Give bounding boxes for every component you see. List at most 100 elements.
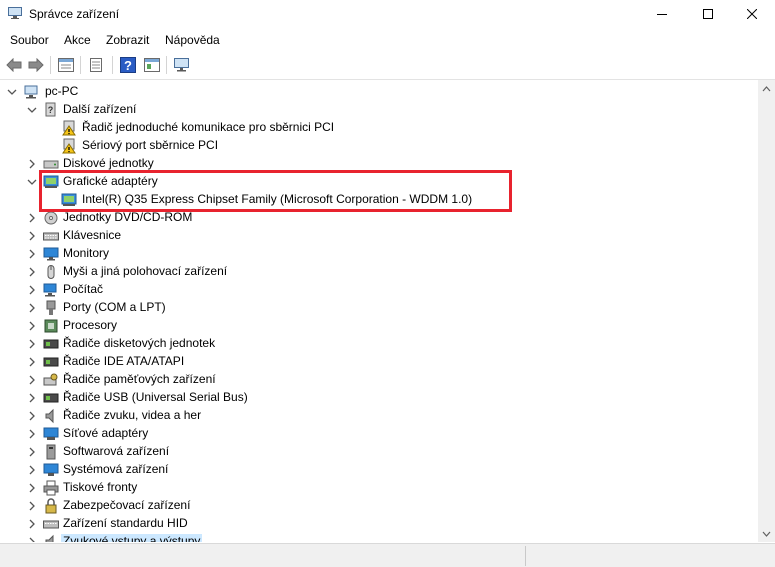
toolbar-separator — [112, 56, 113, 74]
menu-action[interactable]: Akce — [64, 33, 91, 47]
tree-category-computer[interactable]: Počítač — [0, 281, 760, 299]
computer-icon — [43, 283, 57, 297]
hid-icon — [43, 520, 59, 529]
chevron-right-icon[interactable] — [26, 536, 38, 542]
tree-label: Porty (COM a LPT) — [63, 300, 166, 314]
toolbar-separator — [166, 56, 167, 74]
tree-device-pci-controller[interactable]: Řadič jednoduché komunikace pro sběrnici… — [0, 119, 760, 137]
tree-label: Zařízení standardu HID — [63, 516, 188, 530]
tree-category-ide-controllers[interactable]: Řadiče IDE ATA/ATAPI — [0, 353, 760, 371]
properties-icon — [58, 58, 74, 72]
tree-label: Řadiče USB (Universal Serial Bus) — [63, 390, 248, 404]
speaker-icon — [45, 408, 54, 424]
scan-hardware-button[interactable] — [172, 55, 192, 75]
forward-icon — [28, 58, 44, 72]
driver-details-icon — [90, 58, 102, 72]
tree-category-system-devices[interactable]: Systémová zařízení — [0, 461, 760, 479]
tree-root[interactable]: pc-PC — [0, 83, 760, 101]
tree-category-usb[interactable]: Řadiče USB (Universal Serial Bus) — [0, 389, 760, 407]
menu-help[interactable]: Nápověda — [165, 33, 220, 47]
action-view-button[interactable] — [142, 55, 162, 75]
tree-category-sound[interactable]: Řadiče zvuku, videa a her — [0, 407, 760, 425]
vertical-scrollbar[interactable] — [758, 80, 775, 542]
tree-category-floppy-controllers[interactable]: Řadiče disketových jednotek — [0, 335, 760, 353]
tree-label: Monitory — [63, 246, 110, 260]
chevron-right-icon[interactable] — [26, 482, 38, 494]
audio-io-icon — [45, 534, 54, 542]
chevron-right-icon[interactable] — [26, 338, 38, 350]
chevron-down-icon[interactable] — [26, 104, 38, 116]
menu-file[interactable]: Soubor — [10, 33, 49, 47]
chevron-right-icon[interactable] — [26, 248, 38, 260]
chevron-right-icon[interactable] — [26, 212, 38, 224]
chevron-right-icon[interactable] — [26, 320, 38, 332]
scroll-up-button[interactable] — [758, 80, 775, 97]
tree-category-hid[interactable]: Zařízení standardu HID — [0, 515, 760, 533]
tree-device-serial-port[interactable]: Sériový port sběrnice PCI — [0, 137, 760, 155]
toolbar: ? — [0, 52, 775, 78]
chevron-right-icon[interactable] — [26, 446, 38, 458]
tree-category-ports[interactable]: Porty (COM a LPT) — [0, 299, 760, 317]
tree-category-network[interactable]: Síťové adaptéry — [0, 425, 760, 443]
chevron-right-icon[interactable] — [26, 230, 38, 242]
status-divider — [525, 546, 526, 566]
tree-category-print-queues[interactable]: Tiskové fronty — [0, 479, 760, 497]
chevron-right-icon[interactable] — [26, 392, 38, 404]
tree-label: Procesory — [63, 318, 118, 332]
chevron-right-icon[interactable] — [26, 410, 38, 422]
chevron-right-icon[interactable] — [26, 302, 38, 314]
tree-category-monitors[interactable]: Monitory — [0, 245, 760, 263]
dvd-icon — [44, 211, 58, 225]
title-bar: Správce zařízení — [0, 0, 775, 28]
forward-button[interactable] — [26, 55, 46, 75]
tree-category-other-devices[interactable]: ? Další zařízení — [0, 101, 760, 119]
back-button[interactable] — [4, 55, 24, 75]
chevron-right-icon[interactable] — [26, 266, 38, 278]
driver-details-button[interactable] — [86, 55, 106, 75]
window-title: Správce zařízení — [29, 7, 120, 21]
menu-view[interactable]: Zobrazit — [106, 33, 149, 47]
network-icon — [43, 427, 59, 440]
chevron-right-icon[interactable] — [26, 428, 38, 440]
chevron-right-icon[interactable] — [26, 284, 38, 296]
tree-label: Tiskové fronty — [63, 480, 138, 494]
tree-category-software-devices[interactable]: Softwarová zařízení — [0, 443, 760, 461]
tree-label: Klávesnice — [63, 228, 122, 242]
chevron-right-icon[interactable] — [26, 158, 38, 170]
device-manager-icon — [8, 7, 22, 19]
device-tree[interactable]: pc-PC ? Další zařízení Řadič jednoduché … — [0, 79, 775, 542]
chevron-right-icon[interactable] — [26, 500, 38, 512]
scroll-down-button[interactable] — [758, 525, 775, 542]
chevron-down-icon — [762, 531, 771, 537]
svg-text:?: ? — [48, 105, 54, 115]
chevron-right-icon[interactable] — [26, 464, 38, 476]
tree-category-processors[interactable]: Procesory — [0, 317, 760, 335]
floppy-controller-icon — [43, 339, 59, 349]
toolbar-separator — [80, 56, 81, 74]
chevron-right-icon[interactable] — [26, 356, 38, 368]
security-device-icon — [45, 498, 57, 514]
tree-category-audio-io[interactable]: Zvukové vstupy a výstupy — [0, 533, 760, 542]
tree-label: Řadiče IDE ATA/ATAPI — [63, 354, 185, 368]
chevron-down-icon[interactable] — [26, 176, 38, 188]
chevron-right-icon[interactable] — [26, 518, 38, 530]
software-device-icon — [46, 444, 56, 460]
close-button[interactable] — [729, 0, 775, 28]
tree-category-mice[interactable]: Myši a jiná polohovací zařízení — [0, 263, 760, 281]
minimize-icon — [657, 14, 667, 15]
tree-category-security-devices[interactable]: Zabezpečovací zařízení — [0, 497, 760, 515]
tree-label: Systémová zařízení — [63, 462, 169, 476]
minimize-button[interactable] — [639, 0, 685, 28]
monitor-icon — [43, 247, 59, 261]
tree-category-storage-controllers[interactable]: Řadiče paměťových zařízení — [0, 371, 760, 389]
tree-label: Síťové adaptéry — [63, 426, 149, 440]
tree-category-keyboards[interactable]: Klávesnice — [0, 227, 760, 245]
chevron-down-icon[interactable] — [6, 86, 18, 98]
mouse-icon — [47, 265, 55, 279]
properties-button[interactable] — [56, 55, 76, 75]
cpu-icon — [44, 319, 58, 333]
status-bar — [0, 543, 775, 567]
chevron-right-icon[interactable] — [26, 374, 38, 386]
help-button[interactable]: ? — [118, 55, 138, 75]
maximize-button[interactable] — [685, 0, 731, 28]
